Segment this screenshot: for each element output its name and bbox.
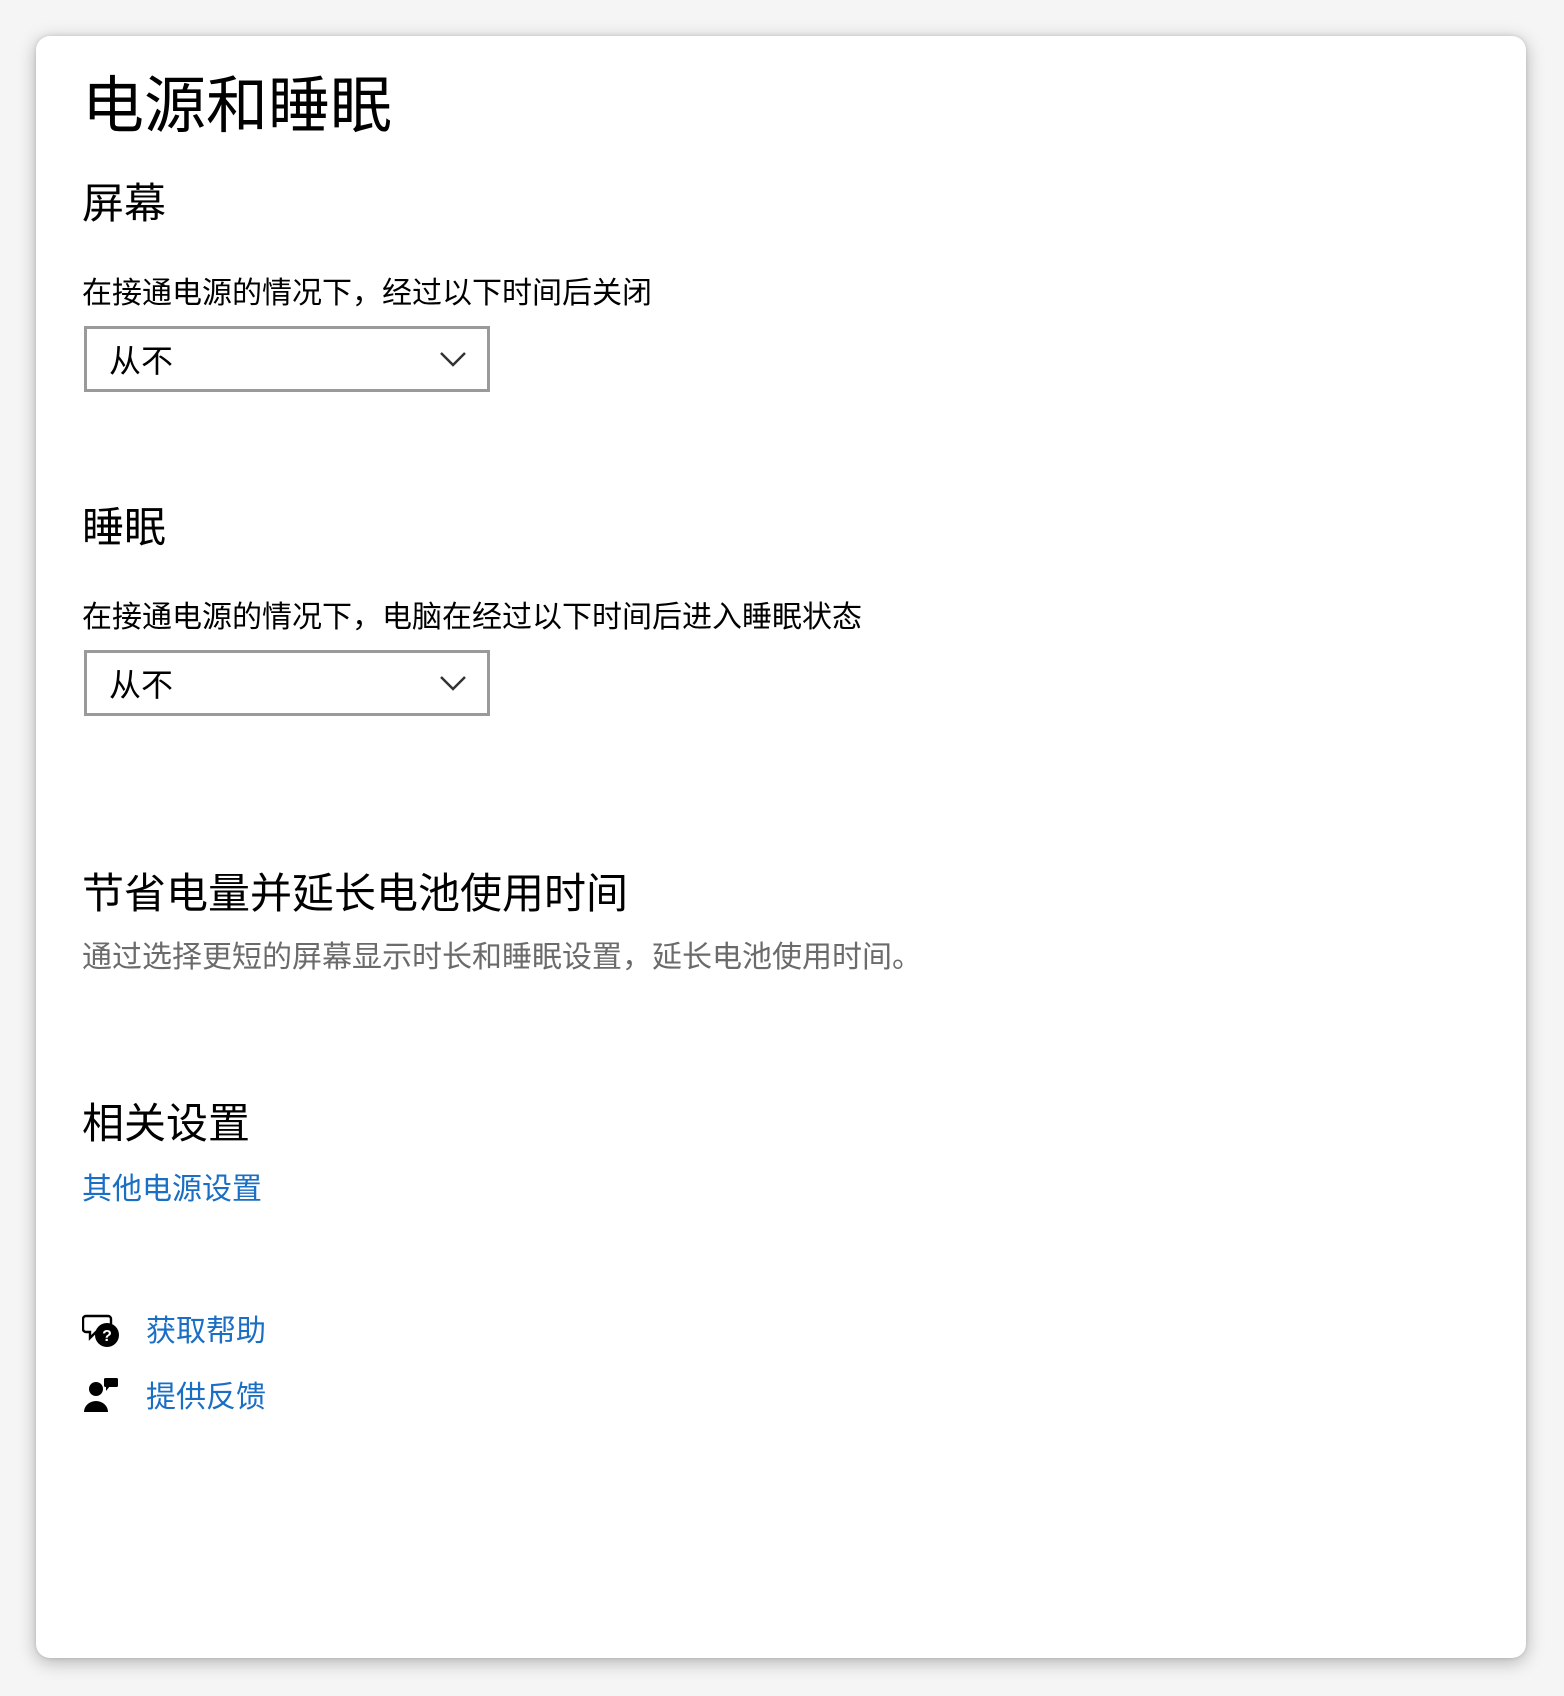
get-help-link[interactable]: 获取帮助: [146, 1312, 266, 1352]
sleep-timeout-label: 在接通电源的情况下，电脑在经过以下时间后进入睡眠状态: [82, 600, 862, 635]
chevron-down-icon: [440, 352, 466, 367]
screen-section-heading: 屏幕: [82, 179, 167, 228]
screen-timeout-value: 从不: [109, 342, 174, 380]
related-settings-heading: 相关设置: [82, 1099, 251, 1148]
battery-description: 通过选择更短的屏幕显示时长和睡眠设置，延长电池使用时间。: [82, 940, 922, 975]
feedback-person-icon: [84, 1378, 118, 1412]
sleep-timeout-dropdown[interactable]: 从不: [84, 650, 490, 716]
settings-panel: 电源和睡眠 屏幕 在接通电源的情况下，经过以下时间后关闭 从不 睡眠 在接通电源…: [36, 36, 1526, 1658]
screen-timeout-dropdown[interactable]: 从不: [84, 326, 490, 392]
page-title: 电源和睡眠: [82, 69, 393, 142]
chevron-down-icon: [440, 676, 466, 691]
svg-text:?: ?: [102, 1328, 112, 1345]
screen-timeout-label: 在接通电源的情况下，经过以下时间后关闭: [82, 276, 652, 311]
chat-help-icon: ?: [82, 1314, 119, 1347]
sleep-section-heading: 睡眠: [82, 503, 167, 552]
additional-power-settings-link[interactable]: 其他电源设置: [82, 1170, 262, 1210]
sleep-timeout-value: 从不: [109, 666, 174, 704]
give-feedback-link[interactable]: 提供反馈: [146, 1378, 266, 1418]
battery-section-heading: 节省电量并延长电池使用时间: [82, 869, 629, 918]
